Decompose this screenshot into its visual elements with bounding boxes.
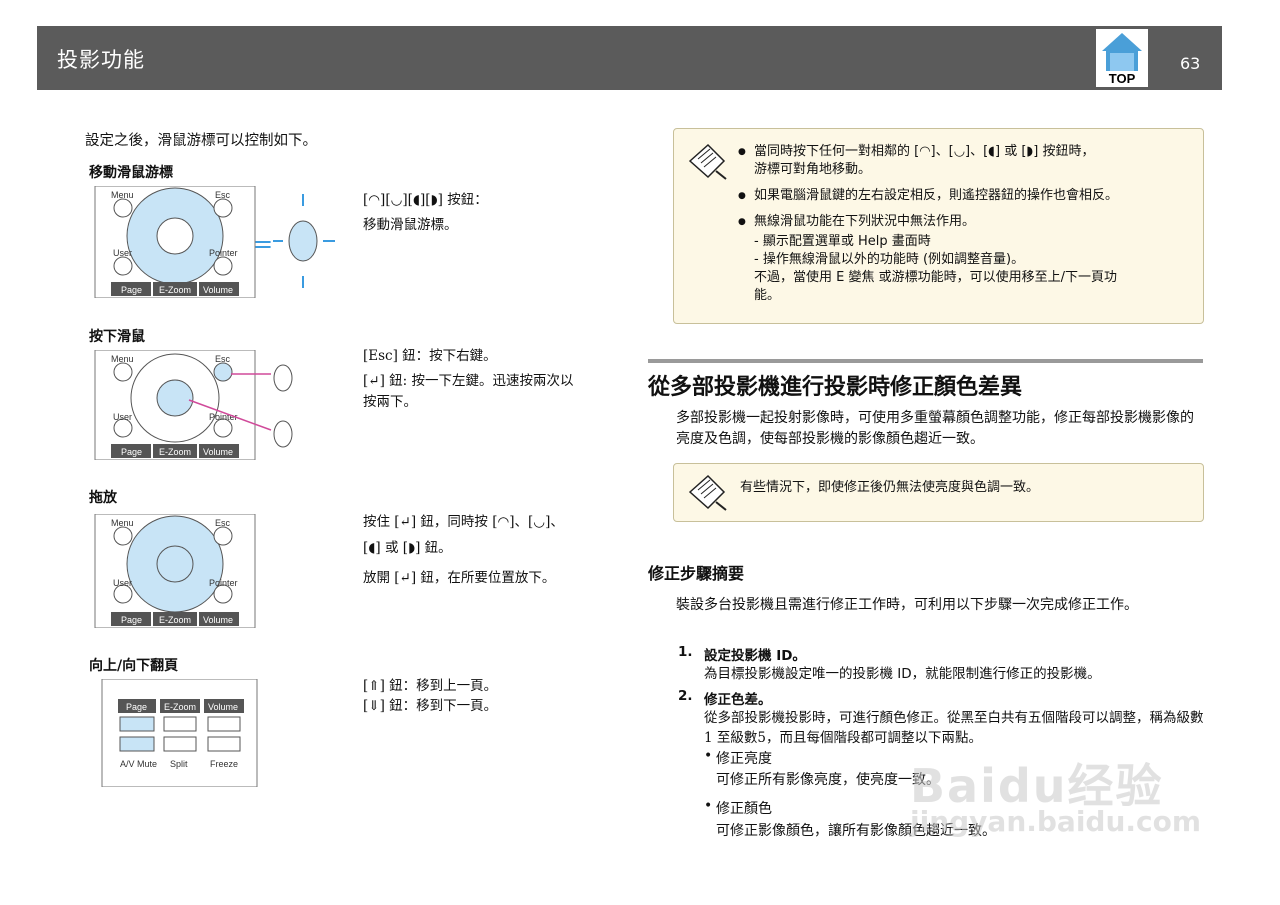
heading-drag-drop: 拖放 [89,490,117,506]
svg-text:Volume: Volume [203,285,233,295]
svg-text:E-Zoom: E-Zoom [159,285,191,295]
note-item: 如果電腦滑鼠鍵的左右設定相反，則遙控器鈕的操作也會相反。 [738,187,1118,205]
note-list: 當同時按下任何一對相鄰的 [◠]、[◡]、[◖] 或 [◗] 按鈕時， 游標可對… [738,143,1118,305]
subsection-paragraph: 裝設多台投影機且需進行修正工作時，可利用以下步驟一次完成修正工作。 [676,597,1138,613]
step-number: 2. [678,688,693,704]
note-box-color: 有些情況下，即使修正後仍無法使亮度與色調一致。 [673,463,1204,522]
svg-text:Page: Page [121,447,142,457]
section-rule [648,359,1203,363]
drag-desc-2: [◖] 或 [◗] 鈕。 [363,540,452,556]
intro-text: 設定之後，滑鼠游標可以控制如下。 [85,133,317,149]
svg-text:=: = [253,230,273,258]
bullet-title: 修正亮度 [716,751,772,767]
heading-click: 按下滑鼠 [89,329,145,345]
svg-text:Page: Page [121,615,142,625]
click-desc-1: [Esc] 鈕：按下右鍵。 [363,348,497,364]
note-subitem: 能。 [754,288,781,303]
click-desc-3: 按兩下。 [363,394,417,410]
step-body: 為目標投影機設定唯一的投影機 ID，就能限制進行修正的投影機。 [704,666,1101,682]
svg-text:Esc: Esc [215,518,231,528]
note-pencil-icon [688,143,727,180]
section-title: 從多部投影機進行投影時修正顏色差異 [648,375,1023,400]
svg-text:Page: Page [121,285,142,295]
drag-desc-3: 放開 [↵] 鈕，在所要位置放下。 [363,570,556,586]
remote-drag-illustration: Menu Esc User Pointer Page E-Zoom Volume [94,514,256,628]
svg-text:Volume: Volume [203,615,233,625]
note-subitem: - 操作無線滑鼠以外的功能時 (例如調整音量)。 [754,252,1025,267]
move-cursor-desc-2: 移動滑鼠游標。 [363,217,458,233]
svg-text:User: User [113,578,132,588]
move-cursor-desc-1: [◠][◡][◖][◗] 按鈕： [363,192,488,208]
subsection-title: 修正步驟摘要 [648,564,745,583]
drag-desc-1: 按住 [↵] 鈕，同時按 [◠]、[◡]、 [363,514,564,530]
page-number: 63 [1180,54,1201,73]
remote-move-illustration: Menu Esc User Pointer Page E-Zoom Volume… [94,186,335,298]
remote-click-illustration: Menu Esc User Pointer Page E-Zoom Volume [94,350,293,460]
svg-text:Esc: Esc [215,354,231,364]
svg-text:Pointer: Pointer [209,412,238,422]
svg-text:A/V Mute: A/V Mute [120,759,157,769]
svg-text:Page: Page [126,702,147,712]
svg-text:User: User [113,412,132,422]
top-home-icon[interactable]: TOP [1096,29,1148,87]
note-item: 當同時按下任何一對相鄰的 [◠]、[◡]、[◖] 或 [◗] 按鈕時， [738,143,1118,161]
note-text: 有些情況下，即使修正後仍無法使亮度與色調一致。 [740,480,1040,495]
bullet-body: 可修正所有影像亮度，使亮度一致。 [716,772,940,788]
svg-text:Pointer: Pointer [209,248,238,258]
step-title: 修正色差。 [704,692,772,708]
page-header: 投影功能 TOP 63 [37,26,1222,90]
page-title: 投影功能 [57,48,145,72]
note-box-wireless-mouse: 當同時按下任何一對相鄰的 [◠]、[◡]、[◖] 或 [◗] 按鈕時， 游標可對… [673,128,1204,324]
step-number: 1. [678,644,693,660]
bullet-dot: • [704,798,713,814]
note-item: 無線滑鼠功能在下列狀況中無法作用。 [738,213,1118,231]
step-body: 從多部投影機投影時，可進行顏色修正。從黑至白共有五個階段可以調整，稱為級數1 至… [704,710,1204,746]
svg-text:E-Zoom: E-Zoom [164,702,196,712]
page-down-desc: [⇓] 鈕：移到下一頁。 [363,698,498,714]
svg-text:Freeze: Freeze [210,759,238,769]
note-subitem: - 顯示配置選單或 Help 畫面時 [754,234,931,249]
bullet-dot: • [704,748,713,764]
watermark-url: jingyan.baidu.com [910,805,1202,838]
svg-text:Volume: Volume [208,702,238,712]
section-paragraph: 多部投影機一起投射影像時，可使用多重螢幕顏色調整功能，修正每部投影機影像的亮度及… [676,410,1194,447]
svg-text:Esc: Esc [215,190,231,200]
remote-page-illustration: Page E-Zoom Volume A/V Mute Split Freeze [101,679,258,787]
svg-text:Volume: Volume [203,447,233,457]
svg-text:Split: Split [170,759,188,769]
note-pencil-icon [688,474,727,511]
svg-text:Pointer: Pointer [209,578,238,588]
note-subitem: 不過，當使用 E 變焦 或游標功能時，可以使用移至上/下一頁功 [754,270,1117,285]
svg-text:E-Zoom: E-Zoom [159,615,191,625]
svg-text:E-Zoom: E-Zoom [159,447,191,457]
heading-page-up-down: 向上/向下翻頁 [89,658,179,674]
step-title: 設定投影機 ID。 [704,648,806,664]
svg-text:Menu: Menu [111,190,134,200]
top-logo-text: TOP [1109,71,1136,86]
note-item-cont: 游標可對角地移動。 [754,162,872,177]
svg-text:User: User [113,248,132,258]
svg-text:Menu: Menu [111,518,134,528]
svg-text:Menu: Menu [111,354,134,364]
heading-move-cursor: 移動滑鼠游標 [89,165,173,181]
bullet-title: 修正顏色 [716,801,772,817]
